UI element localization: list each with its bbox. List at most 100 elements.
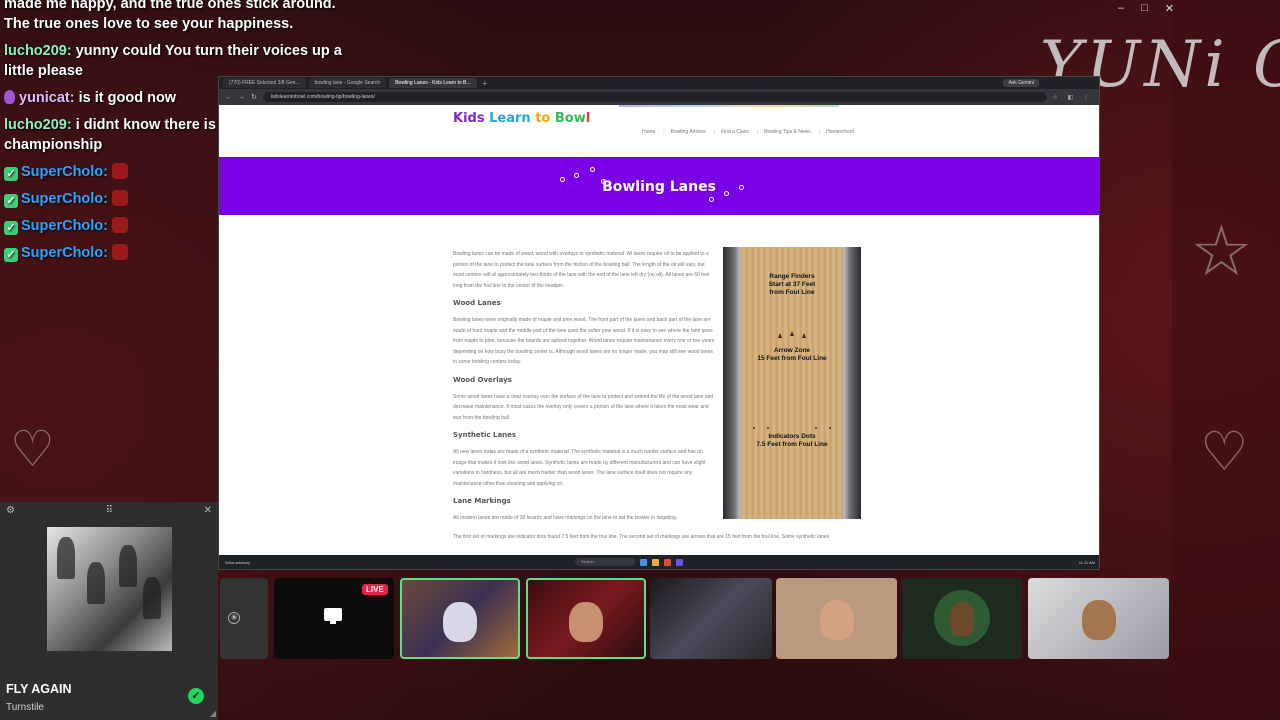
lane-arrow-icon	[778, 333, 782, 338]
bowling-lane-image: Range Finders Start at 37 Feet from Foul…	[723, 247, 861, 519]
windows-taskbar: Wind advisory Search 11:11 AM	[219, 555, 1099, 569]
article-paragraph: Bowling lanes were originally made of ma…	[453, 317, 715, 365]
bubble-decoration	[709, 197, 714, 202]
page-title: Bowling Lanes	[602, 179, 716, 195]
star-doodle-icon: ☆	[1190, 210, 1253, 292]
new-tab-button[interactable]: +	[483, 79, 488, 88]
nav-find-a-class[interactable]: Find a Class	[714, 129, 749, 135]
saved-check-icon[interactable]: ✓	[188, 688, 204, 704]
range-finders-label: Range Finders Start at 37 Feet from Foul…	[768, 273, 816, 296]
lane-dot	[815, 427, 817, 429]
participant-face	[443, 602, 477, 642]
track-title: FLY AGAIN	[6, 682, 72, 696]
site-logo[interactable]: Kids Learn to Bowl	[453, 111, 590, 126]
arrow-zone-label: Arrow Zone 15 Feet from Foul Line	[757, 347, 827, 362]
chat-username: SuperCholo:	[21, 164, 108, 180]
drag-handle-icon[interactable]: ⠿	[106, 505, 113, 516]
lane-arrow-icon	[790, 331, 794, 336]
indicator-dots-label: Indicators Dots 7.5 Feet from Foul Line	[756, 433, 828, 448]
ask-gemini-button[interactable]: Ask Gemini	[1003, 79, 1039, 87]
track-artist: Turnstile	[6, 702, 44, 713]
verified-badge-icon: ✓	[4, 221, 18, 235]
call-tile-screenshare[interactable]: LIVE	[274, 578, 394, 659]
forward-icon[interactable]: →	[238, 94, 245, 101]
nav-bowling-tips[interactable]: Bowling Tips & News	[757, 129, 811, 135]
chrome-icon[interactable]	[664, 558, 671, 566]
emote-icon	[112, 217, 128, 233]
camera-icon[interactable]: ◉	[228, 612, 240, 624]
screen-share-icon	[324, 608, 342, 624]
minimize-icon[interactable]: –	[1118, 2, 1124, 16]
video-call-strip: ◉ LIVE	[220, 578, 1170, 660]
heart-doodle-icon: ♡	[10, 420, 55, 478]
window-controls: – □ ✕	[1118, 2, 1174, 16]
bubble-decoration	[590, 167, 595, 172]
lane-dot	[767, 427, 769, 429]
article-body: Bowling lanes can be made of wood, wood …	[453, 249, 829, 550]
folder-icon[interactable]	[652, 558, 659, 566]
taskbar-search[interactable]: Search	[575, 558, 635, 566]
article-paragraph: All modern lanes are made of 39 boards a…	[453, 515, 678, 521]
album-figure	[143, 577, 161, 619]
lane-dot	[829, 427, 831, 429]
chat-username: yunicat:	[19, 90, 75, 106]
call-tile-participant[interactable]	[400, 578, 520, 659]
weather-widget[interactable]: Wind advisory	[225, 560, 285, 565]
reload-icon[interactable]: ↻	[251, 93, 257, 101]
article-content: Bowling lanes can be made of wood, wood …	[219, 215, 1099, 569]
call-tile-screen[interactable]	[650, 578, 772, 659]
url-input[interactable]: kidslearntobowl.com/bowling-tip/bowling-…	[262, 92, 1047, 102]
call-tile-participant[interactable]	[526, 578, 646, 659]
browser-window: (770) FREE Selected 3/8 Gen... bowling l…	[218, 76, 1100, 570]
chat-message: made me happy, and the true ones stick a…	[4, 0, 336, 32]
site-nav: Home Bowling Articles Find a Class Bowli…	[642, 129, 854, 135]
chat-username: lucho209:	[4, 117, 72, 133]
nav-homeschool[interactable]: Homeschool	[819, 129, 854, 135]
back-icon[interactable]: ←	[225, 94, 232, 101]
lane-dot	[753, 427, 755, 429]
verified-badge-icon: ✓	[4, 167, 18, 181]
chat-username: SuperCholo:	[21, 191, 108, 207]
call-tile-participant[interactable]	[1028, 578, 1169, 659]
album-art	[47, 527, 172, 651]
section-heading: Wood Lanes	[453, 299, 501, 307]
close-icon[interactable]: ✕	[1165, 2, 1174, 16]
chat-text: i didnt know there is	[75, 117, 216, 133]
discord-icon[interactable]	[676, 558, 683, 566]
header-accent	[619, 105, 839, 107]
participant-face	[819, 600, 854, 640]
settings-sliders-icon[interactable]: ⚙	[6, 505, 15, 516]
avatar	[934, 590, 990, 646]
nav-home[interactable]: Home	[642, 129, 655, 135]
call-tile-avatar[interactable]	[902, 578, 1022, 659]
close-icon[interactable]: ✕	[204, 505, 212, 516]
call-tile-camera[interactable]: ◉	[220, 578, 268, 659]
browser-tab-active[interactable]: Bowling Lanes - Kids Learn to B...	[389, 78, 477, 88]
heart-doodle-icon: ♡	[1200, 420, 1249, 483]
player-topbar: ⚙ ⠿ ✕	[0, 502, 218, 518]
article-paragraph: The first set of markings are indicator …	[453, 533, 830, 540]
section-heading: Wood Overlays	[453, 375, 512, 384]
maximize-icon[interactable]: □	[1141, 2, 1148, 16]
now-playing-card: ⚙ ⠿ ✕ FLY AGAIN Turnstile ✓ ◢	[0, 502, 218, 720]
chat-text: is it good now	[78, 90, 177, 106]
page-banner: Bowling Lanes	[219, 157, 1099, 215]
participant-face	[1081, 600, 1116, 640]
article-paragraph: Some wood lanes have a clear overlay ove…	[453, 393, 714, 421]
taskbar-app-icon[interactable]	[640, 558, 647, 566]
chat-username: SuperCholo:	[21, 218, 108, 234]
participant-face	[569, 602, 603, 642]
chat-text: championship	[4, 137, 103, 153]
toolbar-icons[interactable]: ☆ ◧ ⋮	[1053, 94, 1093, 101]
browser-tab[interactable]: bowling lane - Google Search	[308, 78, 387, 88]
browser-tab[interactable]: (770) FREE Selected 3/8 Gen...	[223, 78, 306, 88]
resize-handle-icon[interactable]: ◢	[210, 709, 216, 718]
article-paragraph: Bowling lanes can be made of wood, wood …	[453, 251, 710, 289]
address-bar-row: ← → ↻ kidslearntobowl.com/bowling-tip/bo…	[219, 89, 1099, 105]
chat-username: SuperCholo:	[21, 245, 108, 261]
nav-bowling-articles[interactable]: Bowling Articles	[663, 129, 706, 135]
site-header: Kids Learn to Bowl Home Bowling Articles…	[219, 105, 1099, 157]
call-tile-participant[interactable]	[776, 578, 897, 659]
emote-icon	[112, 163, 128, 179]
emote-icon	[112, 244, 128, 260]
